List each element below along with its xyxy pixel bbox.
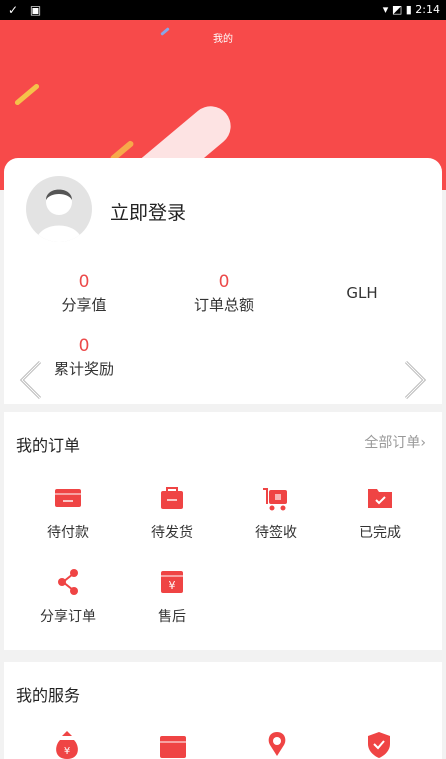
cart-icon — [263, 488, 287, 511]
login-link[interactable]: 立即登录 — [110, 198, 186, 225]
location-pin-icon[interactable] — [262, 730, 292, 759]
page-title: 我的 — [213, 34, 233, 45]
status-time: 2:14 — [415, 3, 440, 16]
orders-section: 我的订单 全部订单› 待付款 待发货 待签收 已完成 分享订单 ¥ 售后 — [4, 412, 442, 650]
profile-card: 立即登录 0 分享值 0 订单总额 GLH 0 累计奖励 — [4, 158, 442, 404]
order-pending-receipt[interactable]: 待签收 — [226, 484, 326, 542]
status-bar: ✓ ▣ ▾ ◩ ▮ 2:14 — [0, 0, 446, 20]
chevron-right-icon[interactable] — [400, 360, 428, 400]
bag-icon — [161, 487, 183, 509]
order-label: 分享订单 — [40, 609, 96, 625]
order-label: 已完成 — [359, 525, 401, 541]
money-bag-icon[interactable]: ¥ — [52, 730, 82, 759]
stat-value: 0 — [218, 272, 230, 292]
avatar-icon — [36, 189, 82, 242]
order-pending-shipment[interactable]: 待发货 — [122, 484, 222, 542]
order-after-sales[interactable]: ¥ 售后 — [122, 568, 222, 626]
order-share[interactable]: 分享订单 — [18, 568, 118, 626]
order-label: 待付款 — [47, 525, 89, 541]
status-right: ▾ ◩ ▮ 2:14 — [383, 3, 440, 16]
wifi-icon: ▾ — [382, 3, 389, 16]
stat-value: 0 — [78, 336, 90, 356]
svg-text:¥: ¥ — [169, 579, 176, 592]
order-pending-payment[interactable]: 待付款 — [18, 484, 118, 542]
decor-stripe-yellow — [13, 82, 41, 107]
services-section: 我的服务 ¥ — [4, 662, 442, 759]
stat-share-value[interactable]: 0 分享值 — [24, 272, 144, 315]
signal-icon: ◩ — [391, 3, 403, 16]
wallet-icon — [55, 489, 81, 507]
svg-text:¥: ¥ — [64, 746, 70, 757]
order-label: 待签收 — [255, 525, 297, 541]
folder-check-icon — [368, 489, 392, 508]
stat-glh[interactable]: GLH — [302, 282, 422, 302]
share-icon — [58, 569, 78, 595]
stat-label: GLH — [346, 284, 378, 302]
status-left-icons: ✓ ▣ — [8, 3, 46, 17]
chevron-left-icon[interactable] — [18, 360, 46, 400]
order-label: 售后 — [158, 609, 186, 625]
stat-value: 0 — [78, 272, 90, 292]
avatar[interactable] — [26, 176, 92, 242]
stat-label: 订单总额 — [193, 296, 254, 314]
all-orders-link[interactable]: 全部订单› — [364, 432, 426, 452]
services-title: 我的服务 — [16, 686, 81, 705]
order-completed[interactable]: 已完成 — [330, 484, 430, 542]
stat-label: 分享值 — [61, 296, 107, 314]
shield-check-icon[interactable] — [364, 730, 394, 759]
order-label: 待发货 — [151, 525, 193, 541]
yuan-box-icon: ¥ — [161, 571, 183, 593]
card-icon[interactable] — [158, 732, 188, 759]
battery-icon: ▮ — [405, 3, 412, 16]
stat-order-total[interactable]: 0 订单总额 — [164, 272, 284, 315]
orders-title: 我的订单 — [16, 436, 81, 455]
